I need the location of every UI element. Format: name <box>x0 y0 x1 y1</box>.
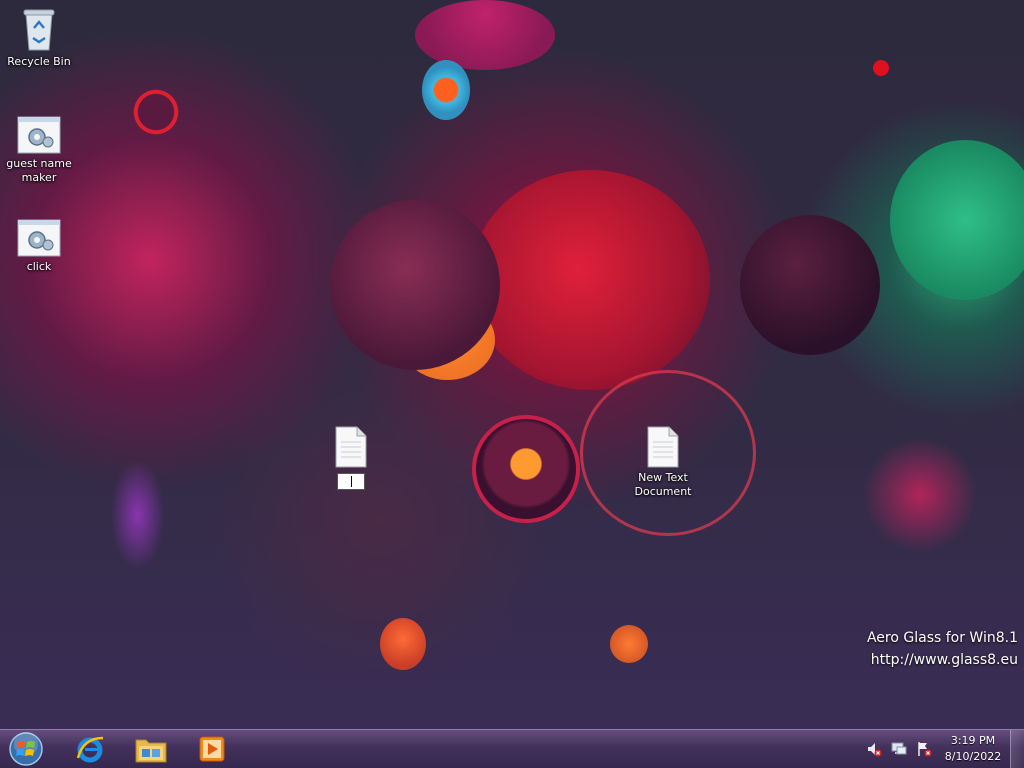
taskbar-clock[interactable]: 3:19 PM 8/10/2022 <box>940 733 1006 765</box>
windows-orb-icon <box>9 732 43 766</box>
click-label: click <box>26 260 52 273</box>
desktop-icon-guest-name-maker[interactable]: guest name maker <box>2 116 76 185</box>
wallpaper-right-pink-orb <box>860 440 980 550</box>
wallpaper-dark-orb <box>740 215 880 355</box>
clock-date: 8/10/2022 <box>944 750 1002 763</box>
desktop-icon-click[interactable]: click <box>2 219 76 274</box>
start-button[interactable] <box>2 732 50 766</box>
folder-icon <box>135 739 167 763</box>
wallpaper-teal-circle <box>890 140 1024 300</box>
new-text-document-label: New Text Document <box>634 471 692 498</box>
internet-explorer-button[interactable] <box>65 732 115 766</box>
action-center-flag-icon[interactable] <box>916 741 932 757</box>
recycle-bin-icon <box>23 9 55 51</box>
wallpaper-top-circle <box>415 0 555 70</box>
text-file-icon <box>335 426 367 468</box>
wallpaper-red-dot <box>873 60 889 76</box>
desktop-icon-renaming-text-file[interactable] <box>314 426 388 471</box>
wallpaper-small-orange-ball <box>610 625 648 663</box>
recycle-bin-label: Recycle Bin <box>7 55 71 68</box>
wallpaper-pink-blob <box>330 200 500 370</box>
taskbar: 3:19 PM 8/10/2022 <box>0 729 1024 768</box>
show-desktop-button[interactable] <box>1010 730 1024 768</box>
desktop-icon-new-text-document[interactable]: New Text Document <box>626 426 700 499</box>
media-player-button[interactable] <box>187 732 237 766</box>
wallpaper-blue-orange-ornament <box>422 60 470 120</box>
clock-time: 3:19 PM <box>950 734 996 747</box>
wallpaper-heart-shape <box>470 170 710 390</box>
media-player-icon <box>199 736 225 762</box>
wallpaper-bottom-ornament <box>380 618 426 670</box>
wallpaper-sun <box>128 84 184 140</box>
wallpaper-center-ball <box>472 415 580 523</box>
file-explorer-button[interactable] <box>126 732 176 766</box>
desktop-icon-recycle-bin[interactable]: Recycle Bin <box>2 6 76 69</box>
desktop-wallpaper[interactable]: Recycle Bin guest name maker click New T… <box>0 0 1024 729</box>
guest-name-maker-label: guest name maker <box>6 157 72 184</box>
text-file-icon <box>647 426 679 468</box>
exe-gear-icon <box>17 116 61 154</box>
exe-gear-icon <box>17 219 61 257</box>
aero-glass-watermark-line1: Aero Glass for Win8.1 <box>866 630 1018 646</box>
volume-muted-icon[interactable] <box>866 741 882 757</box>
aero-glass-watermark-line2: http://www.glass8.eu <box>870 652 1018 668</box>
wallpaper-purple-swirl <box>110 460 165 570</box>
text-caret <box>351 476 352 487</box>
ie-icon <box>76 736 104 763</box>
wallpaper-orange-heart <box>400 300 495 380</box>
rename-text-input[interactable] <box>337 473 365 490</box>
network-icon[interactable] <box>891 741 907 757</box>
